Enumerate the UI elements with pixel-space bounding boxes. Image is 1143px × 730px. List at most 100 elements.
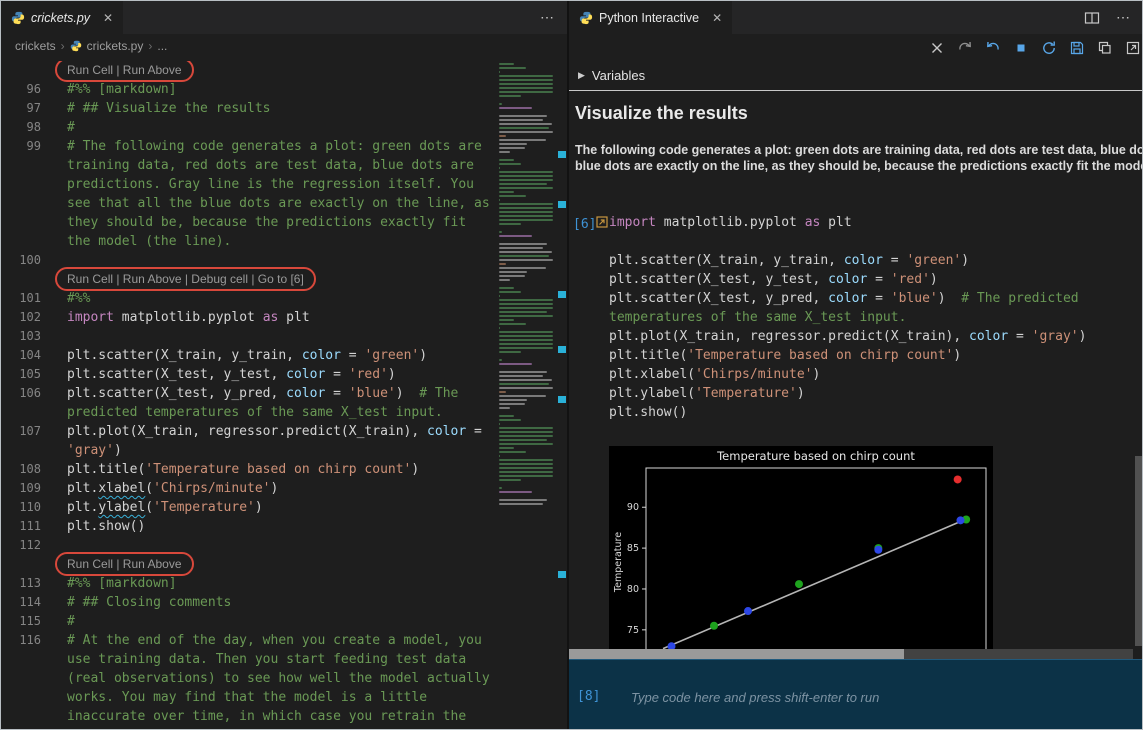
- code-line[interactable]: 106plt.scatter(X_test, y_pred, color = '…: [1, 384, 497, 403]
- code-line[interactable]: 115#: [1, 612, 497, 631]
- overview-marker: [558, 571, 566, 578]
- clear-results-icon[interactable]: [929, 40, 945, 56]
- line-number: [1, 650, 41, 669]
- code-line[interactable]: see that all the blue dots are exactly o…: [1, 194, 497, 213]
- code-line[interactable]: plt.ylabel('Temperature'): [609, 384, 1129, 403]
- markdown-line: The following code generates a plot: gre…: [575, 142, 1143, 158]
- code-line[interactable]: predicted temperatures of the same X_tes…: [1, 403, 497, 422]
- code-lens[interactable]: Run Cell | Run Above | Debug cell | Go t…: [55, 267, 316, 291]
- line-number: 100: [1, 251, 41, 270]
- breadcrumb-item-file[interactable]: crickets.py: [87, 39, 144, 53]
- code-line[interactable]: 114# ## Closing comments: [1, 593, 497, 612]
- code-line[interactable]: plt.scatter(X_test, y_test, color = 'red…: [609, 270, 1129, 289]
- code-line[interactable]: 110plt.ylabel('Temperature'): [1, 498, 497, 517]
- breadcrumb-item-folder[interactable]: crickets: [15, 39, 56, 53]
- tab-python-interactive[interactable]: Python Interactive ✕: [569, 1, 732, 34]
- code-line[interactable]: 98#: [1, 118, 497, 137]
- line-number: 109: [1, 479, 41, 498]
- close-tab-icon[interactable]: ✕: [712, 11, 722, 25]
- code-line[interactable]: 107plt.plot(X_train, regressor.predict(X…: [1, 422, 497, 441]
- overview-ruler[interactable]: [557, 58, 567, 729]
- line-number: [1, 175, 41, 194]
- cell-execution-count: [6]: [573, 217, 596, 232]
- code-line[interactable]: plt.plot(X_train, regressor.predict(X_tr…: [609, 327, 1129, 346]
- result-chart: Temperature based on chirp count75808590…: [609, 446, 993, 649]
- code-line[interactable]: [609, 232, 1129, 251]
- code-input-area[interactable]: [8] Type code here and press shift-enter…: [569, 659, 1143, 729]
- minimap[interactable]: [499, 63, 555, 505]
- code-line[interactable]: the model (the line).: [1, 232, 497, 251]
- code-line[interactable]: 103: [1, 327, 497, 346]
- code-line[interactable]: Run Cell | Run Above | Debug cell | Go t…: [1, 270, 497, 289]
- code-line[interactable]: 96#%% [markdown]: [1, 80, 497, 99]
- line-number: [1, 555, 41, 574]
- horizontal-scrollbar[interactable]: [569, 649, 1133, 659]
- line-number: 108: [1, 460, 41, 479]
- line-number: 106: [1, 384, 41, 403]
- svg-text:80: 80: [627, 584, 639, 595]
- code-line[interactable]: 116# At the end of the day, when you cre…: [1, 631, 497, 650]
- vertical-scrollbar[interactable]: [1133, 61, 1143, 657]
- code-line[interactable]: import matplotlib.pyplot as plt: [609, 213, 1129, 232]
- goto-cell-icon[interactable]: [596, 215, 608, 233]
- code-lens[interactable]: Run Cell | Run Above: [55, 61, 194, 82]
- code-line[interactable]: 111plt.show(): [1, 517, 497, 536]
- code-line[interactable]: works. You may find that the model is a …: [1, 688, 497, 707]
- code-line[interactable]: use training data. Then you start feedin…: [1, 650, 497, 669]
- code-line[interactable]: (real observations) to see how well the …: [1, 669, 497, 688]
- line-number: 102: [1, 308, 41, 327]
- editor-more-actions-icon[interactable]: ⋯: [540, 9, 555, 26]
- line-number: 115: [1, 612, 41, 631]
- code-line[interactable]: temperatures of the same X_test input.: [609, 308, 1129, 327]
- code-line[interactable]: Run Cell | Run Above: [1, 555, 497, 574]
- code-lens[interactable]: Run Cell | Run Above: [55, 552, 194, 576]
- code-line[interactable]: plt.scatter(X_test, y_pred, color = 'blu…: [609, 289, 1129, 308]
- code-line[interactable]: 'gray'): [1, 441, 497, 460]
- overview-marker: [558, 396, 566, 403]
- horizontal-scrollbar-thumb[interactable]: [569, 649, 904, 659]
- variables-section-header[interactable]: ▶ Variables: [569, 61, 1143, 91]
- vertical-scrollbar-thumb[interactable]: [1135, 456, 1142, 646]
- split-editor-icon[interactable]: [1084, 10, 1100, 26]
- line-number: 104: [1, 346, 41, 365]
- breadcrumb-item-symbol[interactable]: ...: [157, 39, 167, 53]
- code-line[interactable]: 101#%%: [1, 289, 497, 308]
- code-line[interactable]: they should be, because the predictions …: [1, 213, 497, 232]
- code-editor[interactable]: Run Cell | Run Above96#%% [markdown]97# …: [1, 58, 567, 729]
- tab-crickets-py[interactable]: crickets.py ✕: [1, 1, 123, 34]
- code-line[interactable]: 99# The following code generates a plot:…: [1, 137, 497, 156]
- export-icon[interactable]: [1125, 40, 1141, 56]
- copy-icon[interactable]: [1097, 40, 1113, 56]
- code-line[interactable]: 102import matplotlib.pyplot as plt: [1, 308, 497, 327]
- line-number: [1, 270, 41, 289]
- line-number: 105: [1, 365, 41, 384]
- undo-icon[interactable]: [985, 40, 1001, 56]
- code-line[interactable]: 104plt.scatter(X_train, y_train, color =…: [1, 346, 497, 365]
- chevron-right-icon: ▶: [578, 70, 585, 81]
- editor-lines[interactable]: Run Cell | Run Above96#%% [markdown]97# …: [1, 61, 497, 726]
- code-line[interactable]: 113#%% [markdown]: [1, 574, 497, 593]
- code-line[interactable]: 108plt.title('Temperature based on chirp…: [1, 460, 497, 479]
- code-line[interactable]: 97# ## Visualize the results: [1, 99, 497, 118]
- code-line[interactable]: training data, red dots are test data, b…: [1, 156, 497, 175]
- cell-code[interactable]: import matplotlib.pyplot as plt plt.scatt…: [609, 213, 1129, 422]
- code-line[interactable]: 109plt.xlabel('Chirps/minute'): [1, 479, 497, 498]
- code-line[interactable]: inaccurate over time, in which case you …: [1, 707, 497, 726]
- line-number: 107: [1, 422, 41, 441]
- code-line[interactable]: plt.show(): [609, 403, 1129, 422]
- code-line[interactable]: plt.xlabel('Chirps/minute'): [609, 365, 1129, 384]
- close-tab-icon[interactable]: ✕: [103, 11, 113, 25]
- code-line[interactable]: plt.title('Temperature based on chirp co…: [609, 346, 1129, 365]
- code-line[interactable]: 105plt.scatter(X_test, y_test, color = '…: [1, 365, 497, 384]
- code-line[interactable]: plt.scatter(X_train, y_train, color = 'g…: [609, 251, 1129, 270]
- redo-icon[interactable]: [957, 40, 973, 56]
- interrupt-kernel-icon[interactable]: [1013, 40, 1029, 56]
- line-number: [1, 194, 41, 213]
- restart-kernel-icon[interactable]: [1041, 40, 1057, 56]
- code-line[interactable]: predictions. Gray line is the regression…: [1, 175, 497, 194]
- breadcrumb: crickets › crickets.py › ...: [1, 34, 567, 58]
- save-as-notebook-icon[interactable]: [1069, 40, 1085, 56]
- panel-more-actions-icon[interactable]: ⋯: [1116, 9, 1131, 26]
- code-line[interactable]: Run Cell | Run Above: [1, 61, 497, 80]
- breadcrumb-separator: ›: [148, 39, 152, 53]
